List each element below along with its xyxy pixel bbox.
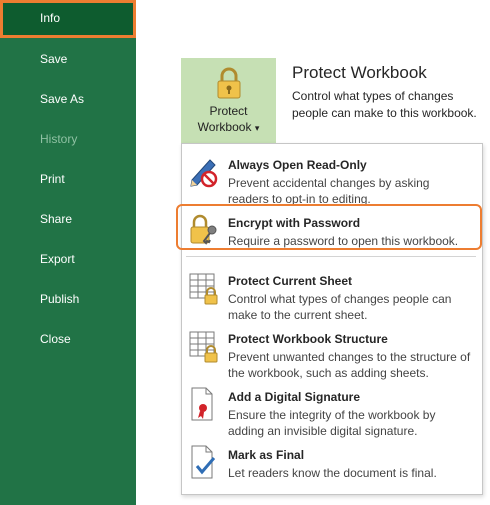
- protect-workbook-button[interactable]: Protect Workbook ▾: [181, 58, 276, 143]
- nav-item-info[interactable]: Info: [0, 0, 136, 38]
- nav-item-save[interactable]: Save: [0, 41, 136, 77]
- lock-icon: [214, 66, 244, 105]
- protect-workbook-description: Control what types of changes people can…: [292, 89, 477, 120]
- menu-item-description: Prevent unwanted changes to the structur…: [228, 350, 471, 380]
- protect-button-label-line1: Protect: [209, 104, 248, 118]
- protect-workbook-title: Protect Workbook: [292, 63, 427, 82]
- menu-item-always-open-read-only[interactable]: Always Open Read-Only Prevent accidental…: [182, 150, 482, 206]
- menu-item-title: Add a Digital Signature: [228, 390, 361, 404]
- backstage-sidebar: Info Save Save As History Print Share Ex…: [0, 0, 136, 505]
- nav-item-close[interactable]: Close: [0, 321, 136, 357]
- menu-item-title: Always Open Read-Only: [228, 158, 367, 172]
- nav-item-history: History: [40, 132, 78, 146]
- chevron-down-icon: ▾: [254, 123, 260, 133]
- menu-item-title: Protect Workbook Structure: [228, 332, 388, 346]
- menu-item-description: Ensure the integrity of the workbook by …: [228, 408, 436, 438]
- nav-item-print[interactable]: Print: [0, 161, 136, 197]
- menu-item-description: Require a password to open this workbook…: [228, 234, 459, 248]
- nav-item-share[interactable]: Share: [0, 201, 136, 237]
- menu-item-add-digital-signature[interactable]: Add a Digital Signature Ensure the integ…: [182, 382, 482, 438]
- menu-item-protect-workbook-structure[interactable]: Protect Workbook Structure Prevent unwan…: [182, 324, 482, 380]
- pencil-no-icon: [188, 154, 220, 190]
- menu-item-description: Prevent accidental changes by asking rea…: [228, 176, 430, 206]
- menu-item-protect-current-sheet[interactable]: Protect Current Sheet Control what types…: [182, 266, 482, 322]
- nav-item-save-as[interactable]: Save As: [0, 81, 136, 117]
- menu-item-title: Protect Current Sheet: [228, 274, 353, 288]
- menu-item-description: Control what types of changes people can…: [228, 292, 452, 322]
- protect-workbook-menu: Always Open Read-Only Prevent accidental…: [181, 143, 483, 495]
- menu-item-title: Mark as Final: [228, 448, 305, 462]
- menu-item-mark-as-final[interactable]: Mark as Final Let readers know the docum…: [182, 440, 482, 490]
- document-check-icon: [188, 444, 220, 480]
- menu-item-title: Encrypt with Password: [228, 216, 361, 230]
- sheet-lock-icon: [188, 270, 220, 306]
- nav-item-publish[interactable]: Publish: [0, 281, 136, 317]
- menu-item-description: Let readers know the document is final.: [228, 466, 437, 480]
- lock-key-icon: [188, 212, 220, 248]
- menu-separator: [186, 256, 476, 257]
- signature-ribbon-icon: [188, 386, 220, 422]
- menu-item-encrypt-with-password[interactable]: Encrypt with Password Require a password…: [182, 208, 482, 252]
- workbook-lock-icon: [188, 328, 220, 364]
- nav-item-export[interactable]: Export: [0, 241, 136, 277]
- protect-button-label-line2: Workbook: [197, 120, 252, 134]
